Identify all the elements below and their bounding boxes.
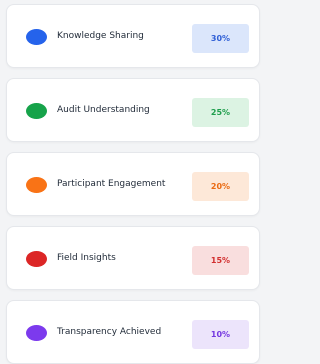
percentage-badge: 25% (192, 98, 249, 127)
color-dot-icon (26, 251, 47, 267)
metric-label: Transparency Achieved (57, 327, 162, 337)
color-dot-icon (26, 29, 47, 45)
metric-label: Field Insights (57, 253, 116, 263)
metric-card-field-insights: Field Insights 15% (6, 226, 260, 290)
metric-card-knowledge-sharing: Knowledge Sharing 30% (6, 4, 260, 68)
percentage-badge: 30% (192, 24, 249, 53)
color-dot-icon (26, 177, 47, 193)
metric-list: Knowledge Sharing 30% Audit Understandin… (0, 0, 260, 364)
metric-label: Knowledge Sharing (57, 31, 144, 41)
metric-label: Participant Engagement (57, 179, 166, 189)
color-dot-icon (26, 325, 47, 341)
color-dot-icon (26, 103, 47, 119)
metric-card-transparency-achieved: Transparency Achieved 10% (6, 300, 260, 364)
metric-label: Audit Understanding (57, 105, 150, 115)
percentage-badge: 10% (192, 320, 249, 349)
metric-card-participant-engagement: Participant Engagement 20% (6, 152, 260, 216)
metric-card-audit-understanding: Audit Understanding 25% (6, 78, 260, 142)
percentage-badge: 15% (192, 246, 249, 275)
percentage-badge: 20% (192, 172, 249, 201)
